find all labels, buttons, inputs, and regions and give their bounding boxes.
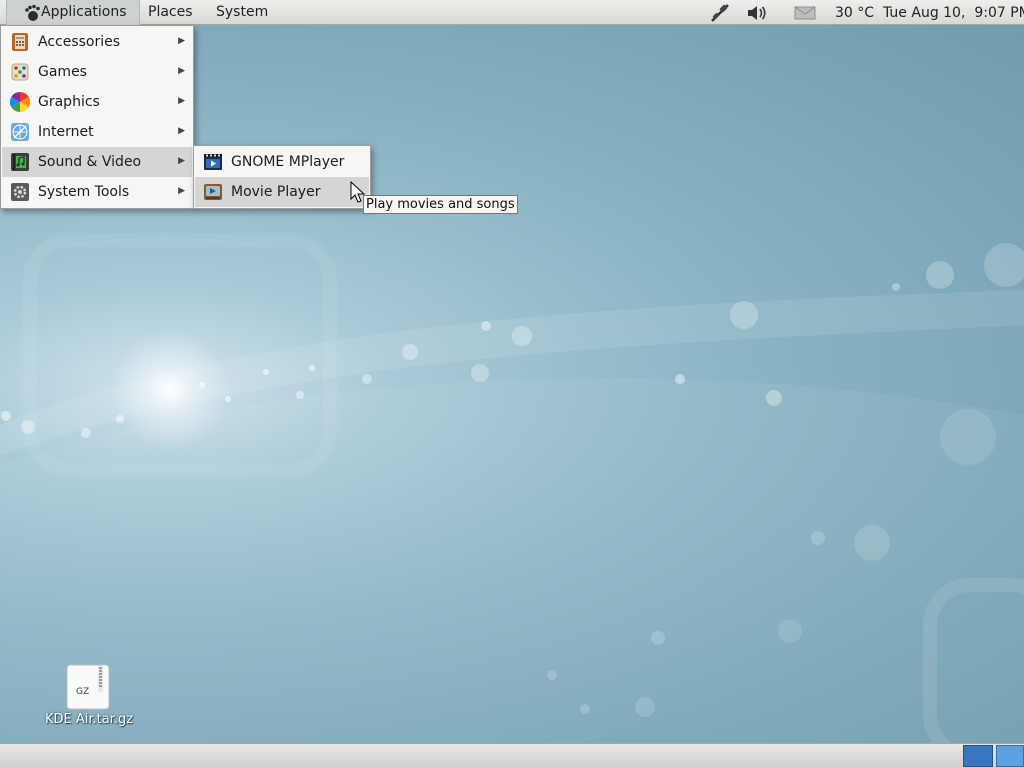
menu-item-label: Internet [38, 124, 94, 140]
menu-item-internet[interactable]: Internet ▶ [2, 117, 192, 147]
sound-video-submenu: GNOME MPlayer Movie Player [193, 145, 371, 209]
movie-player-icon [204, 184, 222, 200]
applications-menu-label: Applications [41, 4, 127, 20]
system-tools-icon [11, 183, 29, 201]
menu-item-system-tools[interactable]: System Tools ▶ [2, 177, 192, 207]
menu-item-label: Games [38, 64, 87, 80]
archive-file-icon: GZ [66, 664, 110, 710]
graphics-icon [10, 92, 30, 112]
applications-menu: Accessories ▶ Games ▶ Graphics ▶ Interne… [0, 25, 194, 209]
menu-item-label: Sound & Video [38, 154, 142, 170]
tooltip: Play movies and songs [363, 195, 518, 214]
internet-icon [11, 123, 29, 141]
temperature-text: 30 °C [835, 4, 875, 21]
network-icon [711, 3, 729, 22]
system-menu-button[interactable]: System [208, 0, 276, 25]
accessories-icon [12, 33, 28, 51]
places-menu-button[interactable]: Places [140, 0, 201, 25]
places-menu-label: Places [148, 4, 193, 20]
menu-item-graphics[interactable]: Graphics ▶ [2, 87, 192, 117]
workspace-2[interactable] [996, 745, 1024, 767]
clock-text: Tue Aug 10, 9:07 PM [883, 4, 1024, 21]
submenu-arrow-icon: ▶ [178, 36, 185, 46]
clock-applet[interactable]: Tue Aug 10, 9:07 PM [883, 0, 1024, 25]
mail-icon [794, 6, 816, 19]
desktop-icon-kde-air-archive[interactable]: GZ KDE Air.tar.gz [44, 664, 134, 730]
system-menu-label: System [216, 4, 269, 20]
desktop-icon-label: KDE Air.tar.gz [44, 712, 134, 727]
network-status[interactable] [708, 0, 732, 25]
games-icon [11, 63, 29, 81]
foot-icon [25, 4, 40, 21]
sound-video-icon [11, 153, 29, 171]
menu-item-label: System Tools [38, 184, 130, 200]
menu-item-label: Accessories [38, 34, 121, 50]
submenu-arrow-icon: ▶ [178, 156, 185, 166]
volume-icon [748, 5, 766, 20]
submenu-arrow-icon: ▶ [178, 126, 185, 136]
menu-item-sound-video[interactable]: Sound & Video ▶ [2, 147, 192, 177]
volume-control[interactable] [746, 0, 768, 25]
submenu-arrow-icon: ▶ [178, 66, 185, 76]
menu-item-movie-player[interactable]: Movie Player [195, 177, 369, 207]
mouse-cursor-icon [350, 181, 366, 203]
menu-item-label: GNOME MPlayer [231, 154, 345, 170]
mplayer-icon [204, 154, 222, 170]
mail-status[interactable] [794, 0, 816, 25]
top-panel: Applications Places System 30 °C Tue Aug… [0, 0, 1024, 25]
applications-menu-button[interactable]: Applications [6, 0, 140, 25]
weather-applet[interactable]: 30 °C [835, 0, 874, 25]
menu-item-label: Graphics [38, 94, 100, 110]
archive-badge-text: GZ [76, 687, 89, 697]
menu-item-gnome-mplayer[interactable]: GNOME MPlayer [195, 147, 369, 177]
workspace-1[interactable] [963, 745, 993, 767]
bottom-panel [0, 743, 1024, 768]
menu-item-label: Movie Player [231, 184, 321, 200]
submenu-arrow-icon: ▶ [178, 96, 185, 106]
menu-item-games[interactable]: Games ▶ [2, 57, 192, 87]
submenu-arrow-icon: ▶ [178, 186, 185, 196]
menu-item-accessories[interactable]: Accessories ▶ [2, 27, 192, 57]
